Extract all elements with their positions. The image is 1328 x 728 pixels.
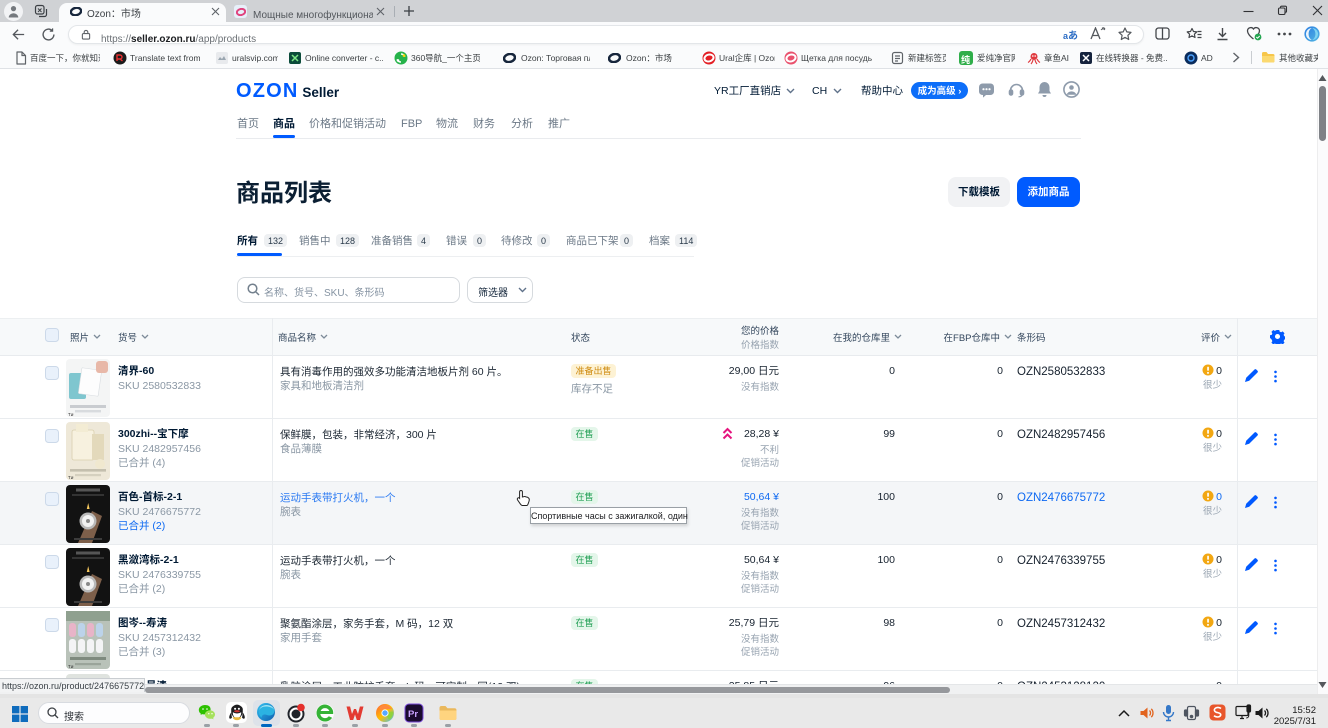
svg-text:Pr: Pr <box>408 709 418 720</box>
svg-text:Tø: Tø <box>68 412 74 417</box>
svg-text:Tø: Tø <box>68 475 74 480</box>
svg-text:Tø: Tø <box>68 664 74 669</box>
